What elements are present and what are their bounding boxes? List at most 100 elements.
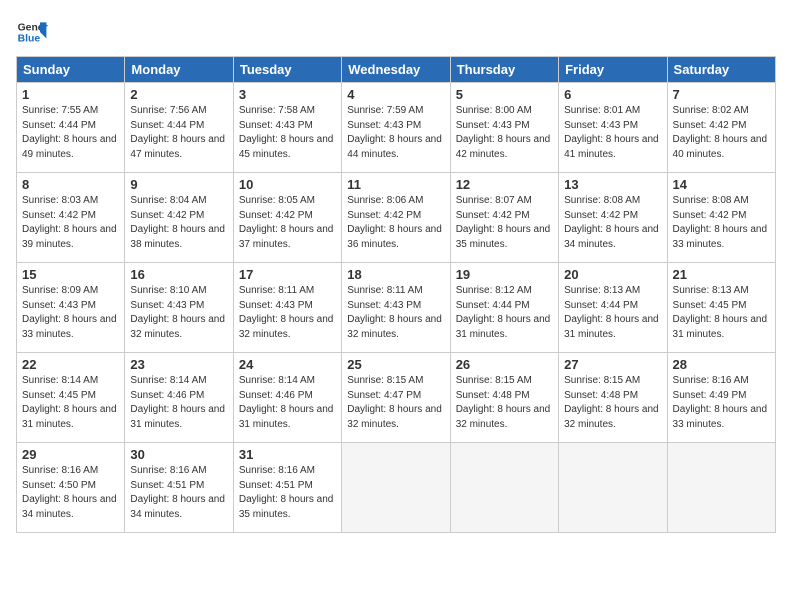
day-number: 10 <box>239 177 336 192</box>
sunset-label: Sunset: 4:43 PM <box>130 300 204 311</box>
calendar-cell <box>342 443 450 533</box>
sunrise-label: Sunrise: 8:04 AM <box>130 195 206 206</box>
daylight-label: Daylight: 8 hours and 31 minutes. <box>239 404 334 430</box>
logo-icon: General Blue <box>16 16 48 48</box>
sunrise-label: Sunrise: 8:01 AM <box>564 105 640 116</box>
day-number: 27 <box>564 357 661 372</box>
daylight-label: Daylight: 8 hours and 34 minutes. <box>22 494 117 520</box>
calendar-cell: 16 Sunrise: 8:10 AM Sunset: 4:43 PM Dayl… <box>125 263 233 353</box>
sunrise-label: Sunrise: 8:09 AM <box>22 285 98 296</box>
sunrise-label: Sunrise: 8:03 AM <box>22 195 98 206</box>
day-number: 2 <box>130 87 227 102</box>
weekday-header-sunday: Sunday <box>17 57 125 83</box>
sunset-label: Sunset: 4:42 PM <box>564 210 638 221</box>
sunset-label: Sunset: 4:42 PM <box>673 210 747 221</box>
sunrise-label: Sunrise: 7:55 AM <box>22 105 98 116</box>
sunrise-label: Sunrise: 8:15 AM <box>347 375 423 386</box>
day-info: Sunrise: 7:58 AM Sunset: 4:43 PM Dayligh… <box>239 104 336 162</box>
day-info: Sunrise: 8:03 AM Sunset: 4:42 PM Dayligh… <box>22 194 119 252</box>
sunrise-label: Sunrise: 8:00 AM <box>456 105 532 116</box>
daylight-label: Daylight: 8 hours and 34 minutes. <box>564 224 659 250</box>
sunset-label: Sunset: 4:49 PM <box>673 390 747 401</box>
day-info: Sunrise: 8:06 AM Sunset: 4:42 PM Dayligh… <box>347 194 444 252</box>
day-info: Sunrise: 8:11 AM Sunset: 4:43 PM Dayligh… <box>347 284 444 342</box>
day-info: Sunrise: 8:11 AM Sunset: 4:43 PM Dayligh… <box>239 284 336 342</box>
day-info: Sunrise: 7:55 AM Sunset: 4:44 PM Dayligh… <box>22 104 119 162</box>
day-info: Sunrise: 8:14 AM Sunset: 4:46 PM Dayligh… <box>239 374 336 432</box>
sunrise-label: Sunrise: 7:59 AM <box>347 105 423 116</box>
day-number: 15 <box>22 267 119 282</box>
daylight-label: Daylight: 8 hours and 32 minutes. <box>456 404 551 430</box>
sunset-label: Sunset: 4:42 PM <box>22 210 96 221</box>
day-number: 4 <box>347 87 444 102</box>
calendar-cell: 10 Sunrise: 8:05 AM Sunset: 4:42 PM Dayl… <box>233 173 341 263</box>
calendar-cell: 29 Sunrise: 8:16 AM Sunset: 4:50 PM Dayl… <box>17 443 125 533</box>
calendar-cell: 15 Sunrise: 8:09 AM Sunset: 4:43 PM Dayl… <box>17 263 125 353</box>
day-info: Sunrise: 8:15 AM Sunset: 4:48 PM Dayligh… <box>564 374 661 432</box>
day-number: 19 <box>456 267 553 282</box>
day-number: 12 <box>456 177 553 192</box>
calendar-cell: 22 Sunrise: 8:14 AM Sunset: 4:45 PM Dayl… <box>17 353 125 443</box>
daylight-label: Daylight: 8 hours and 31 minutes. <box>22 404 117 430</box>
calendar-cell: 13 Sunrise: 8:08 AM Sunset: 4:42 PM Dayl… <box>559 173 667 263</box>
calendar-cell: 2 Sunrise: 7:56 AM Sunset: 4:44 PM Dayli… <box>125 83 233 173</box>
sunset-label: Sunset: 4:44 PM <box>564 300 638 311</box>
sunrise-label: Sunrise: 8:13 AM <box>564 285 640 296</box>
day-number: 25 <box>347 357 444 372</box>
sunset-label: Sunset: 4:42 PM <box>673 120 747 131</box>
day-info: Sunrise: 7:56 AM Sunset: 4:44 PM Dayligh… <box>130 104 227 162</box>
daylight-label: Daylight: 8 hours and 39 minutes. <box>22 224 117 250</box>
day-info: Sunrise: 8:14 AM Sunset: 4:46 PM Dayligh… <box>130 374 227 432</box>
daylight-label: Daylight: 8 hours and 42 minutes. <box>456 134 551 160</box>
day-number: 24 <box>239 357 336 372</box>
sunrise-label: Sunrise: 8:10 AM <box>130 285 206 296</box>
calendar-cell: 1 Sunrise: 7:55 AM Sunset: 4:44 PM Dayli… <box>17 83 125 173</box>
day-info: Sunrise: 8:12 AM Sunset: 4:44 PM Dayligh… <box>456 284 553 342</box>
calendar-cell: 27 Sunrise: 8:15 AM Sunset: 4:48 PM Dayl… <box>559 353 667 443</box>
day-number: 11 <box>347 177 444 192</box>
day-info: Sunrise: 8:15 AM Sunset: 4:48 PM Dayligh… <box>456 374 553 432</box>
calendar-cell: 8 Sunrise: 8:03 AM Sunset: 4:42 PM Dayli… <box>17 173 125 263</box>
daylight-label: Daylight: 8 hours and 31 minutes. <box>130 404 225 430</box>
calendar-cell: 28 Sunrise: 8:16 AM Sunset: 4:49 PM Dayl… <box>667 353 775 443</box>
day-info: Sunrise: 8:04 AM Sunset: 4:42 PM Dayligh… <box>130 194 227 252</box>
day-info: Sunrise: 8:00 AM Sunset: 4:43 PM Dayligh… <box>456 104 553 162</box>
daylight-label: Daylight: 8 hours and 32 minutes. <box>347 404 442 430</box>
day-number: 29 <box>22 447 119 462</box>
day-info: Sunrise: 8:08 AM Sunset: 4:42 PM Dayligh… <box>564 194 661 252</box>
sunset-label: Sunset: 4:42 PM <box>347 210 421 221</box>
daylight-label: Daylight: 8 hours and 35 minutes. <box>239 494 334 520</box>
calendar-cell: 14 Sunrise: 8:08 AM Sunset: 4:42 PM Dayl… <box>667 173 775 263</box>
daylight-label: Daylight: 8 hours and 33 minutes. <box>673 404 768 430</box>
sunrise-label: Sunrise: 8:16 AM <box>22 465 98 476</box>
day-info: Sunrise: 8:07 AM Sunset: 4:42 PM Dayligh… <box>456 194 553 252</box>
day-info: Sunrise: 8:16 AM Sunset: 4:49 PM Dayligh… <box>673 374 770 432</box>
daylight-label: Daylight: 8 hours and 33 minutes. <box>673 224 768 250</box>
sunset-label: Sunset: 4:44 PM <box>22 120 96 131</box>
day-number: 17 <box>239 267 336 282</box>
daylight-label: Daylight: 8 hours and 36 minutes. <box>347 224 442 250</box>
calendar-cell: 23 Sunrise: 8:14 AM Sunset: 4:46 PM Dayl… <box>125 353 233 443</box>
day-info: Sunrise: 8:10 AM Sunset: 4:43 PM Dayligh… <box>130 284 227 342</box>
day-number: 23 <box>130 357 227 372</box>
sunrise-label: Sunrise: 8:14 AM <box>130 375 206 386</box>
sunset-label: Sunset: 4:46 PM <box>130 390 204 401</box>
weekday-header-tuesday: Tuesday <box>233 57 341 83</box>
calendar-cell: 4 Sunrise: 7:59 AM Sunset: 4:43 PM Dayli… <box>342 83 450 173</box>
sunset-label: Sunset: 4:43 PM <box>564 120 638 131</box>
calendar-table: SundayMondayTuesdayWednesdayThursdayFrid… <box>16 56 776 533</box>
day-number: 7 <box>673 87 770 102</box>
daylight-label: Daylight: 8 hours and 40 minutes. <box>673 134 768 160</box>
sunrise-label: Sunrise: 8:11 AM <box>347 285 422 296</box>
sunset-label: Sunset: 4:44 PM <box>130 120 204 131</box>
day-number: 3 <box>239 87 336 102</box>
daylight-label: Daylight: 8 hours and 32 minutes. <box>239 314 334 340</box>
day-info: Sunrise: 8:16 AM Sunset: 4:51 PM Dayligh… <box>239 464 336 522</box>
daylight-label: Daylight: 8 hours and 33 minutes. <box>22 314 117 340</box>
daylight-label: Daylight: 8 hours and 32 minutes. <box>347 314 442 340</box>
daylight-label: Daylight: 8 hours and 34 minutes. <box>130 494 225 520</box>
calendar-cell: 11 Sunrise: 8:06 AM Sunset: 4:42 PM Dayl… <box>342 173 450 263</box>
daylight-label: Daylight: 8 hours and 32 minutes. <box>130 314 225 340</box>
day-number: 30 <box>130 447 227 462</box>
sunrise-label: Sunrise: 8:16 AM <box>673 375 749 386</box>
